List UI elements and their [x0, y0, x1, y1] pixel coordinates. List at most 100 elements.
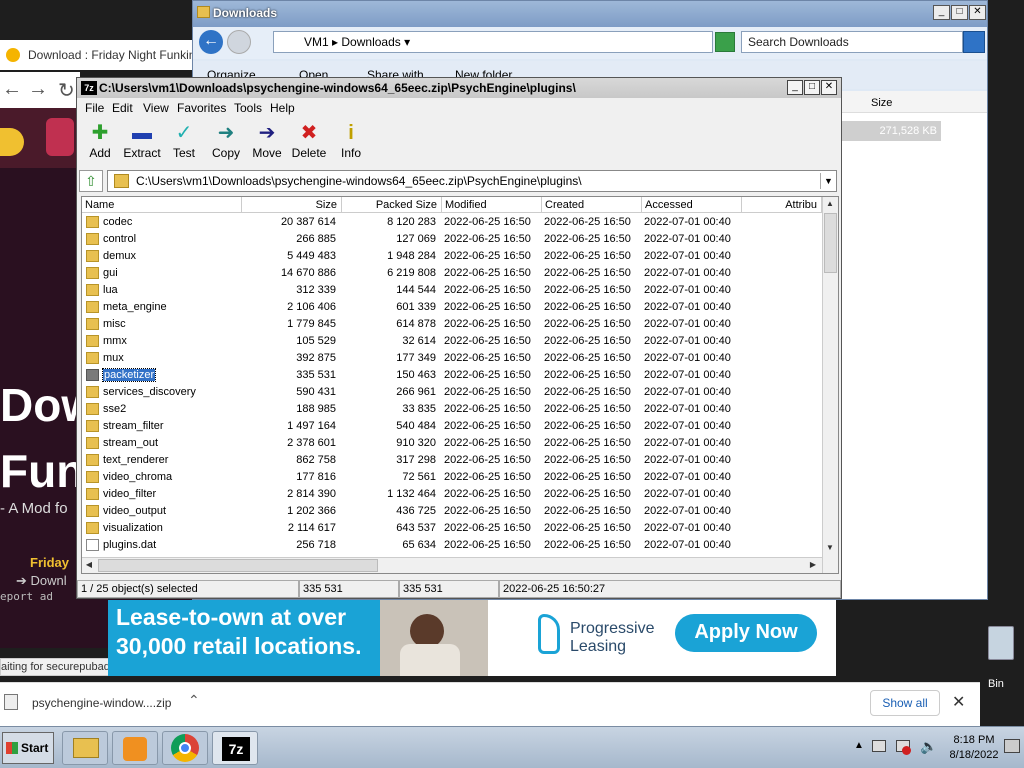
taskbar-chrome-icon[interactable]: [162, 731, 208, 765]
report-ad-link[interactable]: eport ad: [0, 590, 53, 603]
chevron-up-icon[interactable]: ⌃: [188, 692, 200, 709]
close-button[interactable]: ✕: [969, 5, 986, 20]
chevron-down-icon[interactable]: ▼: [820, 173, 836, 189]
folder-icon: [86, 403, 99, 415]
column-header-packed-size[interactable]: Packed Size: [342, 197, 442, 213]
recycle-bin-icon[interactable]: [988, 626, 1014, 660]
table-row[interactable]: mmx 105 529 32 614 2022-06-25 16:50 2022-06-…: [82, 333, 822, 350]
advertisement[interactable]: Lease-to-own at over 30,000 retail locat…: [108, 600, 836, 676]
ad-headline-line2: 30,000 retail locations.: [116, 633, 362, 659]
table-row[interactable]: services_discovery 590 431 266 961 2022-06-…: [82, 384, 822, 401]
tray-action-center-icon[interactable]: [872, 740, 886, 752]
column-header-size[interactable]: Size: [242, 197, 342, 213]
column-header-modified[interactable]: Modified: [442, 197, 542, 213]
table-row[interactable]: sse2 188 985 33 835 2022-06-25 16:50 2022-06…: [82, 401, 822, 418]
close-button[interactable]: ✕: [821, 80, 837, 95]
table-row[interactable]: video_chroma 177 816 72 561 2022-06-25 16:5…: [82, 469, 822, 486]
table-row[interactable]: misc 1 779 845 614 878 2022-06-25 16:50 2022…: [82, 316, 822, 333]
row-size: 2 378 601: [287, 437, 336, 449]
extract-button[interactable]: ▬ Extract: [119, 120, 165, 166]
folder-up-icon[interactable]: ⇧: [79, 170, 103, 192]
show-desktop-icon[interactable]: [1004, 739, 1020, 753]
scroll-down-icon[interactable]: ▼: [823, 541, 837, 555]
column-header-created[interactable]: Created: [542, 197, 642, 213]
back-arrow-icon[interactable]: ←: [2, 78, 22, 101]
column-header-name[interactable]: Name: [82, 197, 242, 213]
page-link-friday[interactable]: Friday: [30, 555, 69, 570]
row-size: 256 718: [296, 539, 336, 551]
search-icon[interactable]: [963, 31, 985, 53]
scroll-left-icon[interactable]: ◀: [82, 558, 96, 572]
tray-time[interactable]: 8:18 PM: [946, 734, 1002, 746]
start-button[interactable]: Start: [2, 732, 54, 764]
copy-button[interactable]: ➜ Copy: [203, 120, 249, 166]
menu-file[interactable]: File: [85, 101, 104, 115]
close-icon[interactable]: ✕: [952, 692, 965, 712]
apply-now-button[interactable]: Apply Now: [675, 614, 817, 652]
add-button[interactable]: ✚ Add: [77, 120, 123, 166]
table-row[interactable]: plugins.dat 256 718 65 634 2022-06-25 16:50…: [82, 537, 822, 554]
taskbar-media-player-icon[interactable]: [112, 731, 158, 765]
info-button[interactable]: i Info: [328, 120, 374, 166]
row-size: 5 449 483: [287, 250, 336, 262]
refresh-icon[interactable]: [715, 32, 735, 52]
vertical-scrollbar[interactable]: ▲ ▼: [822, 197, 838, 573]
table-row[interactable]: video_filter 2 814 390 1 132 464 2022-06-25…: [82, 486, 822, 503]
scroll-up-icon[interactable]: ▲: [823, 197, 837, 211]
table-row[interactable]: gui 14 670 886 6 219 808 2022-06-25 16:50 20…: [82, 265, 822, 282]
page-link-download[interactable]: ➔ Downl: [16, 573, 67, 589]
column-header-attributes[interactable]: Attribu: [742, 197, 822, 213]
forward-arrow-icon[interactable]: →: [28, 78, 48, 101]
column-header-size[interactable]: Size: [841, 91, 987, 113]
taskbar-7zip-icon[interactable]: 7z: [212, 731, 258, 765]
horizontal-scrollbar[interactable]: ◀ ▶: [82, 557, 822, 573]
table-row[interactable]: visualization 2 114 617 643 537 2022-06-25 …: [82, 520, 822, 537]
scroll-thumb[interactable]: [824, 213, 837, 273]
path-combobox[interactable]: C:\Users\vm1\Downloads\psychengine-windo…: [107, 170, 837, 192]
table-row[interactable]: video_output 1 202 366 436 725 2022-06-25 1…: [82, 503, 822, 520]
forward-arrow-icon[interactable]: [227, 30, 251, 54]
delete-button[interactable]: ✖ Delete: [286, 120, 332, 166]
table-row[interactable]: demux 5 449 483 1 948 284 2022-06-25 16:50 2…: [82, 248, 822, 265]
row-size: 188 985: [296, 403, 336, 415]
search-input[interactable]: Search Downloads: [741, 31, 963, 53]
table-row[interactable]: mux 392 875 177 349 2022-06-25 16:50 2022-06…: [82, 350, 822, 367]
reload-icon[interactable]: ↻: [58, 78, 75, 103]
move-button[interactable]: ➔ Move: [244, 120, 290, 166]
maximize-button[interactable]: □: [804, 80, 820, 95]
breadcrumb-downloads[interactable]: Downloads: [341, 35, 400, 49]
taskbar-explorer-icon[interactable]: [62, 731, 108, 765]
table-row[interactable]: packetizer 335 531 150 463 2022-06-25 16:50…: [82, 367, 822, 384]
column-header-accessed[interactable]: Accessed: [642, 197, 742, 213]
tray-chevron-icon[interactable]: ▲: [854, 740, 864, 751]
minimize-button[interactable]: _: [933, 5, 950, 20]
selected-file-size[interactable]: 271,528 KB: [841, 121, 941, 141]
test-button[interactable]: ✓ Test: [161, 120, 207, 166]
menu-favorites[interactable]: Favorites: [177, 101, 226, 115]
table-row[interactable]: stream_out 2 378 601 910 320 2022-06-25 16:…: [82, 435, 822, 452]
menu-edit[interactable]: Edit: [112, 101, 133, 115]
menu-tools[interactable]: Tools: [234, 101, 262, 115]
back-arrow-icon[interactable]: ←: [199, 30, 223, 54]
minimize-button[interactable]: _: [787, 80, 803, 95]
browser-tab[interactable]: Download : Friday Night Funkin' -: [0, 40, 195, 70]
download-item[interactable]: psychengine-window....zip: [32, 696, 171, 710]
show-all-button[interactable]: Show all: [870, 690, 940, 716]
tray-date[interactable]: 8/18/2022: [946, 749, 1002, 761]
maximize-button[interactable]: □: [951, 5, 968, 20]
table-row[interactable]: text_renderer 862 758 317 298 2022-06-25 16…: [82, 452, 822, 469]
menu-help[interactable]: Help: [270, 101, 295, 115]
explorer-titlebar[interactable]: [193, 1, 987, 27]
scroll-right-icon[interactable]: ▶: [806, 558, 820, 572]
tray-volume-icon[interactable]: 🔈: [920, 738, 937, 755]
breadcrumb-vm1[interactable]: VM1: [304, 35, 329, 49]
explorer-address-bar[interactable]: VM1 ▸ Downloads ▾: [273, 31, 713, 53]
favicon-icon: [6, 48, 20, 62]
table-row[interactable]: lua 312 339 144 544 2022-06-25 16:50 2022-06…: [82, 282, 822, 299]
table-row[interactable]: control 266 885 127 069 2022-06-25 16:50 202…: [82, 231, 822, 248]
table-row[interactable]: meta_engine 2 106 406 601 339 2022-06-25 16…: [82, 299, 822, 316]
scroll-thumb[interactable]: [98, 559, 378, 572]
table-row[interactable]: codec 20 387 614 8 120 283 2022-06-25 16:50…: [82, 214, 822, 231]
table-row[interactable]: stream_filter 1 497 164 540 484 2022-06-25 …: [82, 418, 822, 435]
menu-view[interactable]: View: [143, 101, 169, 115]
